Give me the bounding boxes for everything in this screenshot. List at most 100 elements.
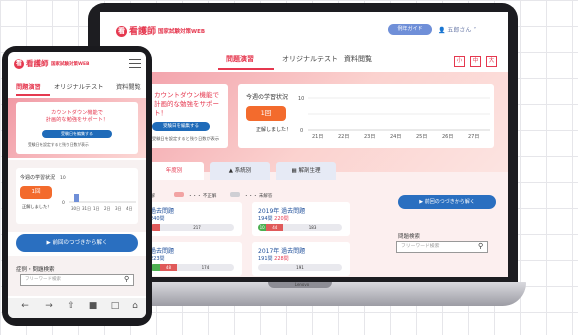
chart-day-label: 26日: [442, 134, 453, 140]
question-card[interactable]: 2019年 過去問題 194問 220問 10 44 183: [252, 202, 350, 236]
legend-wrong-swatch: [174, 192, 184, 197]
search-input[interactable]: フリーワード検索: [396, 241, 488, 253]
question-card-title: 過去問題: [150, 208, 175, 215]
chart-day-label: 25日: [416, 134, 427, 140]
folder-icon[interactable]: ■: [86, 301, 100, 311]
user-menu[interactable]: 👤 五郎さん ˅: [438, 25, 476, 34]
search-input[interactable]: フリーワード検索: [20, 274, 134, 286]
laptop-brand: Lenovo: [294, 282, 310, 287]
weekly-status-title: 今週の学習状況: [20, 175, 56, 181]
weekly-times-badge: 1回: [246, 106, 286, 121]
hamburger-menu-icon[interactable]: [129, 59, 141, 68]
question-card-count: 191問 228問: [258, 255, 289, 262]
logo-subtitle: 国家試験対策WEB: [51, 62, 90, 67]
question-card-total: 228問: [274, 256, 289, 262]
chart-day-label: 27日: [468, 134, 479, 140]
chart-day-label: 1日: [93, 206, 100, 211]
question-card-title: 過去問題: [150, 248, 175, 255]
unanswered-count: 174: [201, 265, 210, 270]
subtab-anatomy-label: 解剖生理: [298, 168, 321, 174]
resume-button-label: 前回のつづきから解く: [424, 199, 475, 205]
chart-ymin-label: 0: [300, 128, 303, 134]
book-icon: ▦: [291, 168, 297, 174]
chart-day-label: 21日: [312, 134, 323, 140]
forward-arrow-icon[interactable]: →: [42, 301, 56, 311]
subtab-anatomy[interactable]: ▦ 解剖生理: [276, 162, 336, 180]
chart-day-label: 31日: [82, 206, 91, 211]
unanswered-count: 191: [296, 265, 304, 270]
chart-day-label: 30日: [71, 206, 80, 211]
active-tab-indicator: [218, 68, 274, 70]
chart-ymax-label: 10: [298, 96, 304, 102]
tab-practice[interactable]: 問題演習: [226, 54, 254, 64]
legend-unanswered-swatch: [230, 192, 240, 197]
question-card[interactable]: 2017年 過去問題 191問 228問 191: [252, 242, 350, 276]
countdown-line-1: カウントダウン機能で: [154, 91, 219, 99]
play-icon: ▶: [46, 240, 51, 246]
tabs-icon[interactable]: □: [108, 301, 122, 311]
countdown-line-2: 計画的な勉強をサポート！: [154, 100, 219, 117]
logo-name[interactable]: 看護師: [26, 58, 49, 69]
countdown-note: 受験日を設定すると残り日数が表示: [28, 142, 89, 147]
tab-materials[interactable]: 資料閲覧: [344, 54, 372, 64]
countdown-note: 受験日を設定すると残り日数が表示: [152, 136, 220, 141]
logo-mark: 看: [116, 26, 127, 37]
chart-day-label: 4日: [126, 206, 133, 211]
chart-bar: [74, 194, 79, 202]
active-tab-indicator: [16, 94, 50, 96]
tab-materials[interactable]: 資料閲覧: [116, 82, 141, 91]
unanswered-count: 183: [308, 225, 317, 230]
tab-original-test[interactable]: オリジナルテスト: [54, 82, 104, 91]
search-label: 問題検索: [398, 234, 421, 240]
weekly-correct-text: 正解しました！: [256, 127, 292, 133]
back-arrow-icon[interactable]: ←: [18, 301, 32, 311]
resume-button[interactable]: ▶ 前回のつづきから解く: [398, 195, 496, 209]
logo-mark: 看: [14, 59, 24, 69]
search-icon[interactable]: ⚲: [478, 242, 483, 250]
weekly-correct-text: 正解しました！: [22, 204, 52, 209]
user-icon: 👤: [438, 27, 446, 34]
hierarchy-icon: ▲: [228, 168, 233, 174]
resume-button[interactable]: ▶ 前回のつづきから解く: [16, 234, 138, 252]
countdown-line-1: カウントダウン機能で: [51, 110, 103, 116]
chart-day-label: 24日: [390, 134, 401, 140]
question-card-count: 223問: [150, 256, 165, 262]
play-icon: ▶: [419, 199, 424, 205]
legend-unanswered: ・・・ 未解答: [244, 194, 273, 199]
question-card-answered: 194問: [258, 216, 273, 222]
logo-subtitle: 国家試験対策WEB: [158, 29, 206, 35]
chevron-down-icon: ˅: [473, 27, 477, 34]
logo-name[interactable]: 看護師: [129, 24, 156, 37]
subtab-by-system[interactable]: ▲ 系統別: [210, 162, 270, 180]
chart-day-label: 22日: [338, 134, 349, 140]
chart-ymin-label: 0: [62, 200, 65, 206]
countdown-line-2: 計画的な勉強をサポート！: [45, 117, 109, 123]
search-icon[interactable]: ⚲: [124, 275, 129, 283]
chart-day-label: 23日: [364, 134, 375, 140]
wrong-count: 44: [266, 224, 284, 231]
wrong-count: 48: [160, 264, 177, 271]
subtab-by-system-label: 系統別: [234, 168, 252, 174]
search-label: 症例・問題検索: [16, 267, 55, 273]
question-card-total: 220問: [274, 216, 289, 222]
question-card[interactable]: 過去問題 223問 48 174: [144, 242, 242, 276]
chart-ymax-label: 10: [60, 175, 66, 181]
resume-button-label: 前回のつづきから解く: [52, 240, 108, 246]
question-card-title: 2019年 過去問題: [258, 208, 306, 215]
tab-original-test[interactable]: オリジナルテスト: [282, 54, 338, 64]
weekly-times-badge: 1回: [20, 186, 52, 199]
tab-practice[interactable]: 問題演習: [16, 82, 41, 91]
share-icon[interactable]: ⇧: [64, 301, 78, 311]
question-card[interactable]: 過去問題 240問 217: [144, 202, 242, 236]
phone-screen: 看 看護師 国家試験対策WEB 問題演習 オリジナルテスト 資料閲覧 カウントダ…: [8, 52, 146, 318]
weekly-status-title: 今週の学習状況: [246, 94, 289, 101]
laptop-screen: 看 看護師 国家試験対策WEB 例年ガイド 👤 五郎さん ˅ 小 中 大 問題演…: [100, 12, 508, 277]
home-icon[interactable]: ⌂: [128, 301, 142, 311]
chart-day-label: 3日: [115, 206, 122, 211]
edit-exam-date-button[interactable]: 受験日を編集する: [152, 122, 210, 131]
edit-exam-date-button[interactable]: 受験日を編集する: [42, 130, 112, 138]
question-card-title: 2017年 過去問題: [258, 248, 306, 255]
correct-count: 10: [258, 224, 267, 231]
help-button[interactable]: 例年ガイド: [388, 24, 432, 35]
subtab-by-year[interactable]: 年度別: [144, 162, 204, 180]
